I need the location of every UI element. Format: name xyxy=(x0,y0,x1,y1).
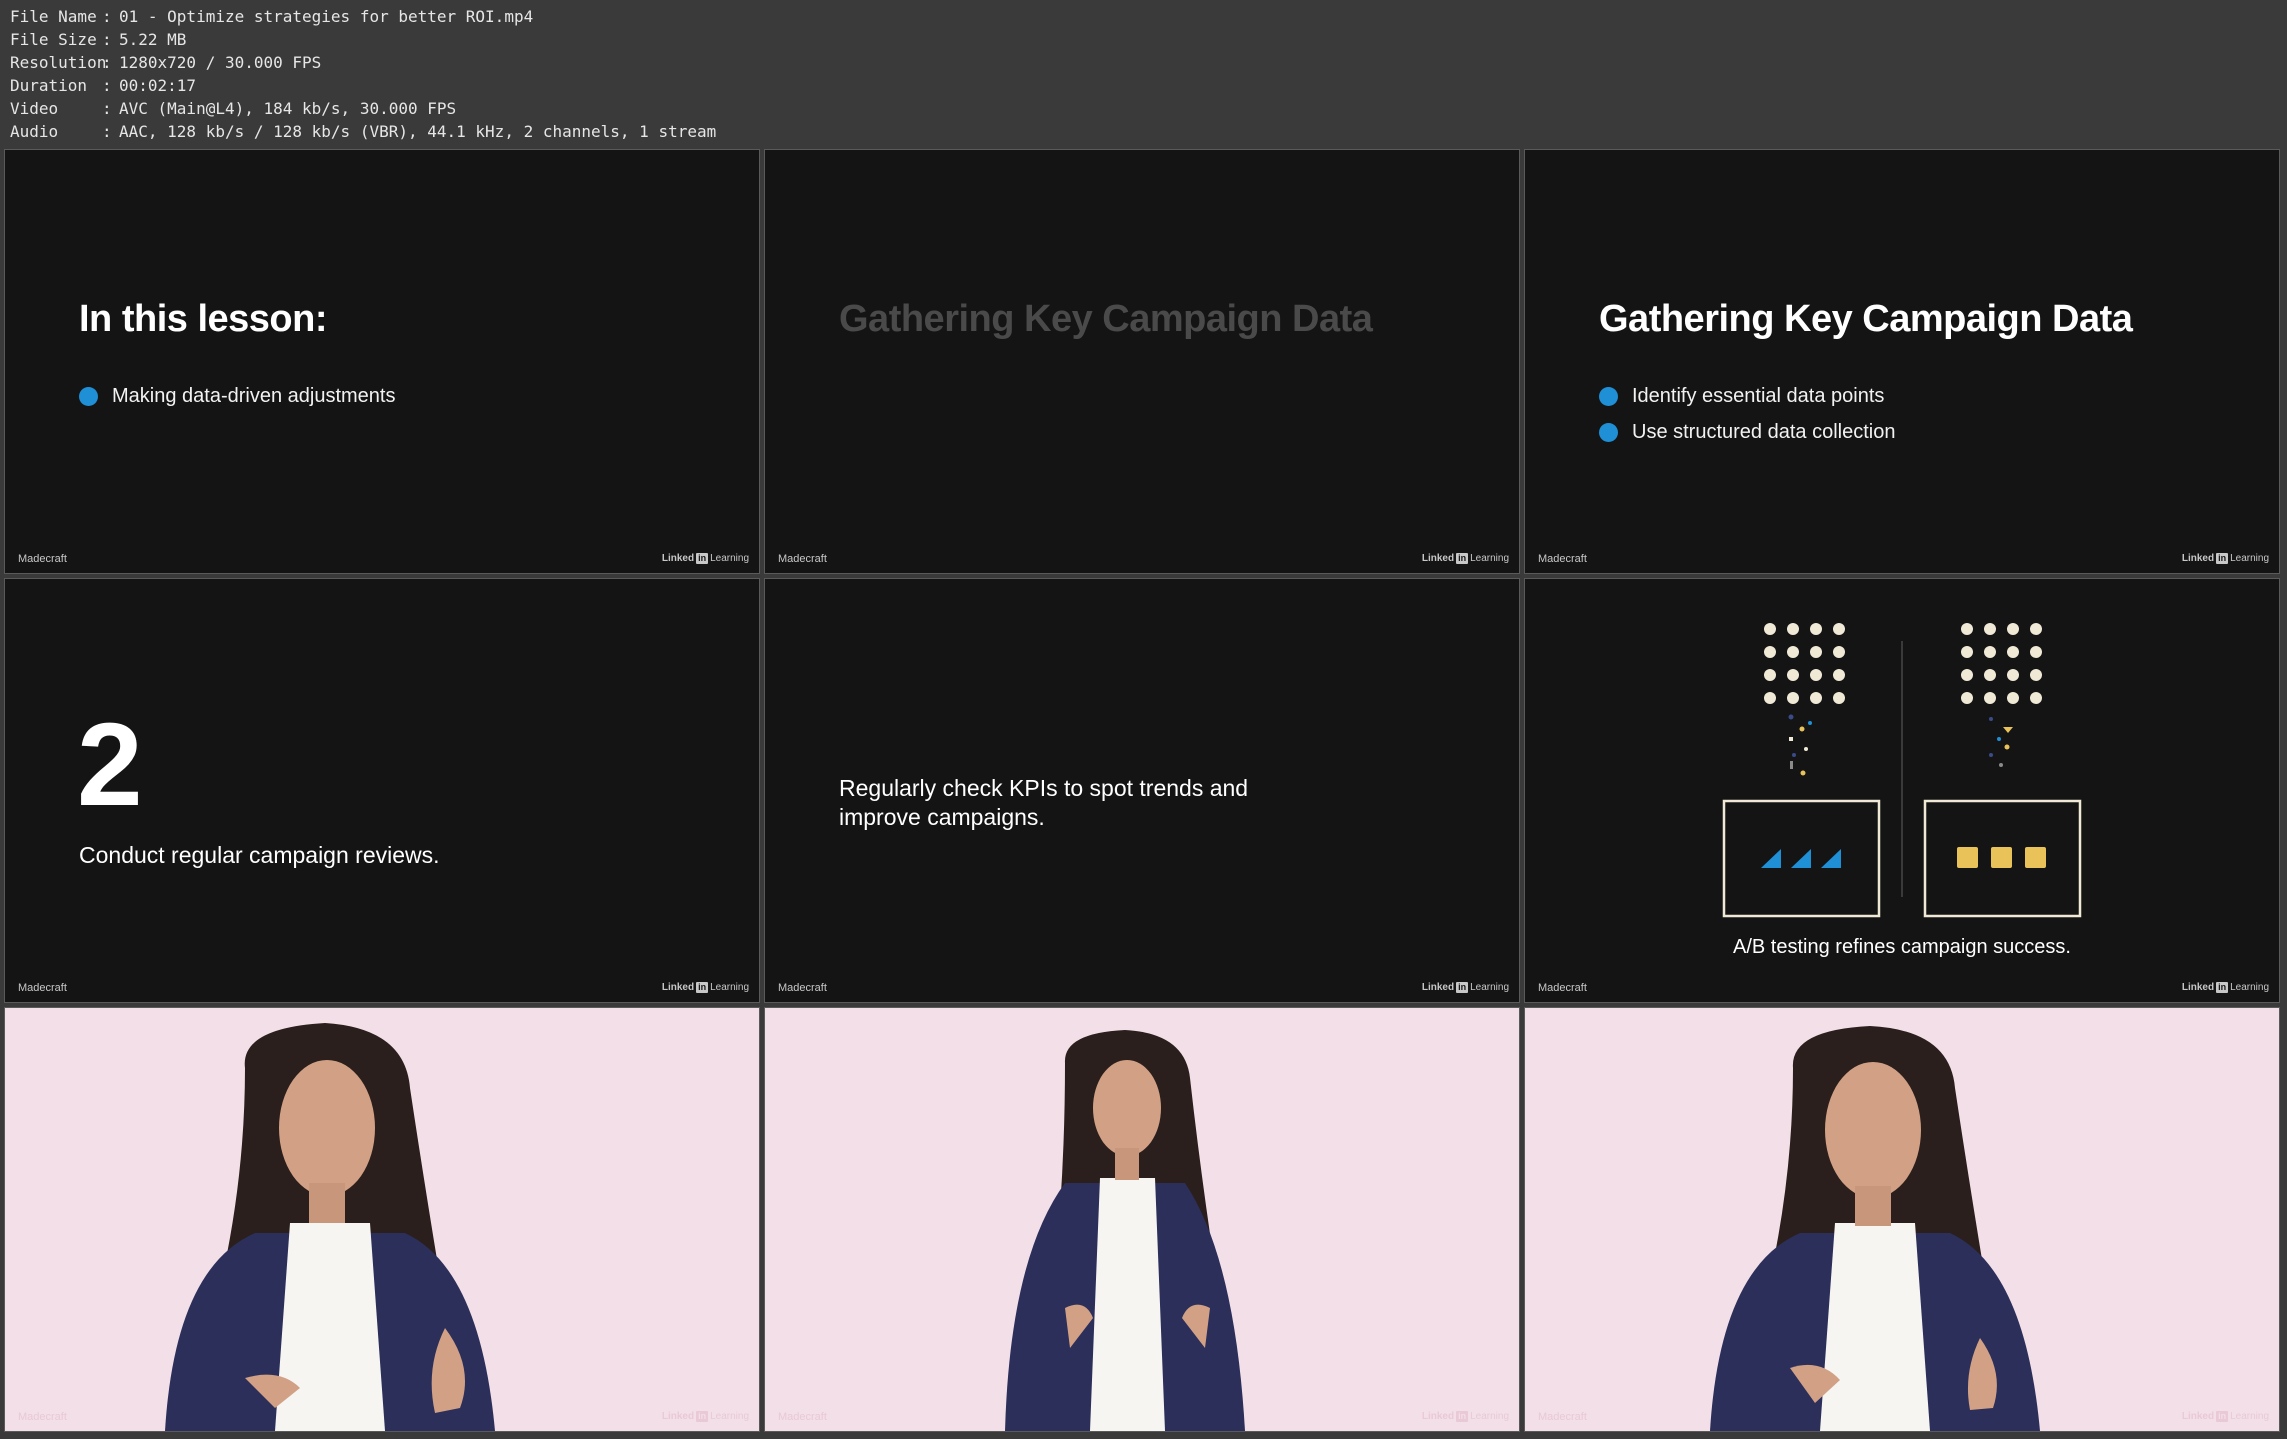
madecraft-logo: Madecraft xyxy=(1538,1411,1587,1423)
bullet-dot-icon xyxy=(79,386,98,406)
thumbnail-kpi-check[interactable]: Regularly check KPIs to spot trends and … xyxy=(764,578,1520,1003)
step-caption: Conduct regular campaign reviews. xyxy=(79,842,440,868)
bullet-list: Making data-driven adjustments xyxy=(79,378,395,414)
madecraft-logo: Madecraft xyxy=(18,1411,67,1423)
thumbnail-presenter-3[interactable]: Madecraft Linked in Learning xyxy=(1524,1007,2280,1432)
square-icons xyxy=(1957,847,2046,868)
thumbnail-step-2[interactable]: 2 Conduct regular campaign reviews. Made… xyxy=(4,578,760,1003)
kpi-statement: Regularly check KPIs to spot trends and … xyxy=(839,775,1249,830)
bullet-list: Identify essential data points Use struc… xyxy=(1599,378,1895,450)
info-row-file-name: File Name:01 - Optimize strategies for b… xyxy=(10,7,534,26)
thumbnail-ab-testing[interactable]: A/B testing refines campaign success. Ma… xyxy=(1524,578,2280,1003)
madecraft-logo: Madecraft xyxy=(18,553,67,565)
linkedin-learning-logo: Linked in Learning xyxy=(2181,553,2269,564)
video-info-header: File Name:01 - Optimize strategies for b… xyxy=(0,0,2287,150)
linkedin-learning-logo: Linked in Learning xyxy=(661,982,749,993)
triangle-icons xyxy=(1761,849,1841,868)
info-row-file-size: File Size:5.22 MB xyxy=(10,30,187,49)
bullet-item: Use structured data collection xyxy=(1599,414,1895,450)
thumbnail-gathering-data[interactable]: Gathering Key Campaign Data Identify ess… xyxy=(1524,149,2280,574)
slide-title: Gathering Key Campaign Data xyxy=(839,298,1373,340)
bullet-item: Making data-driven adjustments xyxy=(79,378,395,414)
madecraft-logo: Madecraft xyxy=(1538,553,1587,565)
thumbnail-grid: In this lesson: Making data-driven adjus… xyxy=(4,149,2280,1432)
bullet-item: Identify essential data points xyxy=(1599,378,1895,414)
thumbnail-title-fade[interactable]: Gathering Key Campaign Data Madecraft Li… xyxy=(764,149,1520,574)
thumbnail-presenter-1[interactable]: Madecraft Linked in Learning xyxy=(4,1007,760,1432)
linkedin-learning-logo: Linked in Learning xyxy=(661,553,749,564)
thumbnail-presenter-2[interactable]: Madecraft Linked in Learning xyxy=(764,1007,1520,1432)
linkedin-learning-logo: Linked in Learning xyxy=(2181,982,2269,993)
falling-particles-a xyxy=(1788,714,1812,776)
falling-particles-b xyxy=(1989,717,2013,767)
madecraft-logo: Madecraft xyxy=(778,982,827,994)
dot-grid-b xyxy=(1961,623,2042,704)
madecraft-logo: Madecraft xyxy=(778,553,827,565)
info-row-duration: Duration:00:02:17 xyxy=(10,76,197,95)
madecraft-logo: Madecraft xyxy=(1538,982,1587,994)
presenter-image xyxy=(165,1023,495,1431)
linkedin-learning-logo: Linked in Learning xyxy=(661,1411,749,1422)
thumbnail-lesson-intro[interactable]: In this lesson: Making data-driven adjus… xyxy=(4,149,760,574)
bullet-dot-icon xyxy=(1599,422,1618,442)
presenter-image xyxy=(1710,1026,2040,1431)
slide-title: Gathering Key Campaign Data xyxy=(1599,298,2133,340)
presenter-image xyxy=(1005,1030,1245,1431)
info-row-audio: Audio: AAC, 128 kb/s / 128 kb/s (VBR), 44… xyxy=(10,122,717,141)
linkedin-learning-logo: Linked in Learning xyxy=(2181,1411,2269,1422)
slide-title: In this lesson: xyxy=(79,298,327,340)
linkedin-learning-logo: Linked in Learning xyxy=(1421,1411,1509,1422)
dot-grid-a xyxy=(1764,623,1845,704)
ab-caption: A/B testing refines campaign success. xyxy=(1733,936,2071,958)
info-row-resolution: Resolution: 1280x720 / 30.000 FPS xyxy=(10,53,322,72)
madecraft-logo: Madecraft xyxy=(778,1411,827,1423)
bullet-dot-icon xyxy=(1599,386,1618,406)
madecraft-logo: Madecraft xyxy=(18,982,67,994)
info-row-video: Video: AVC (Main@L4), 184 kb/s, 30.000 FP… xyxy=(10,99,457,118)
linkedin-learning-logo: Linked in Learning xyxy=(1421,553,1509,564)
step-number: 2 xyxy=(77,699,143,831)
linkedin-learning-logo: Linked in Learning xyxy=(1421,982,1509,993)
